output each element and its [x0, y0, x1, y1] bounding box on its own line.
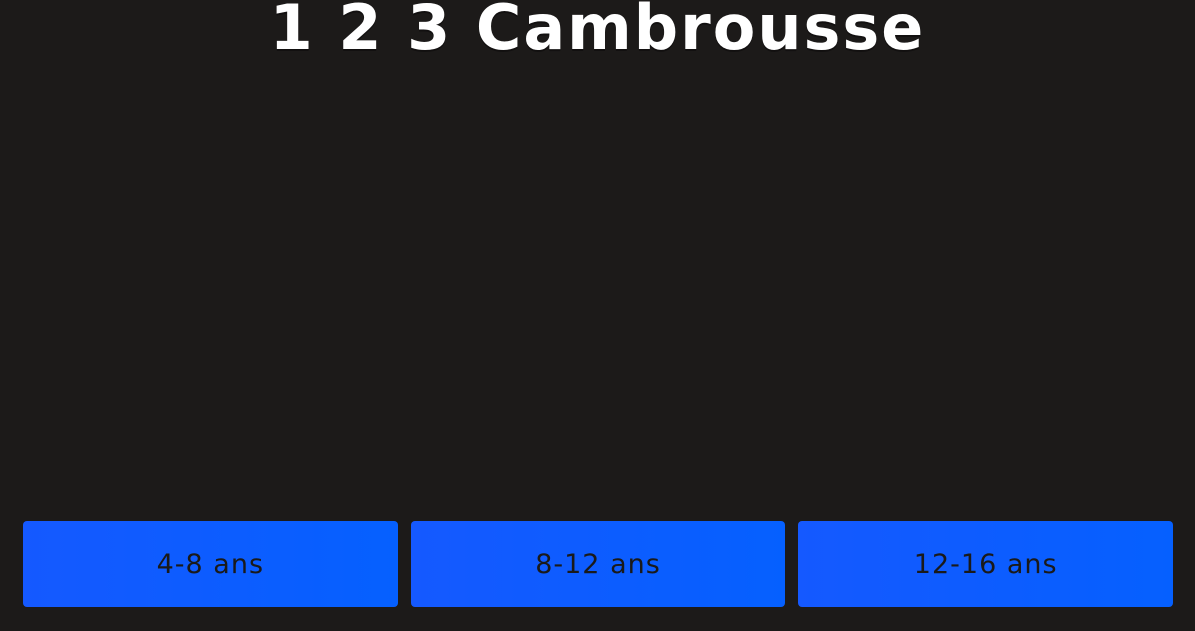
age-12-16-button[interactable]: 12-16 ans — [798, 521, 1174, 607]
age-8-12-button[interactable]: 8-12 ans — [410, 521, 786, 607]
page-title: 1 2 3 Cambrousse — [269, 0, 926, 64]
age-group-selector: 4-8 ans 8-12 ans 12-16 ans — [23, 521, 1174, 607]
age-4-8-button[interactable]: 4-8 ans — [23, 521, 398, 607]
